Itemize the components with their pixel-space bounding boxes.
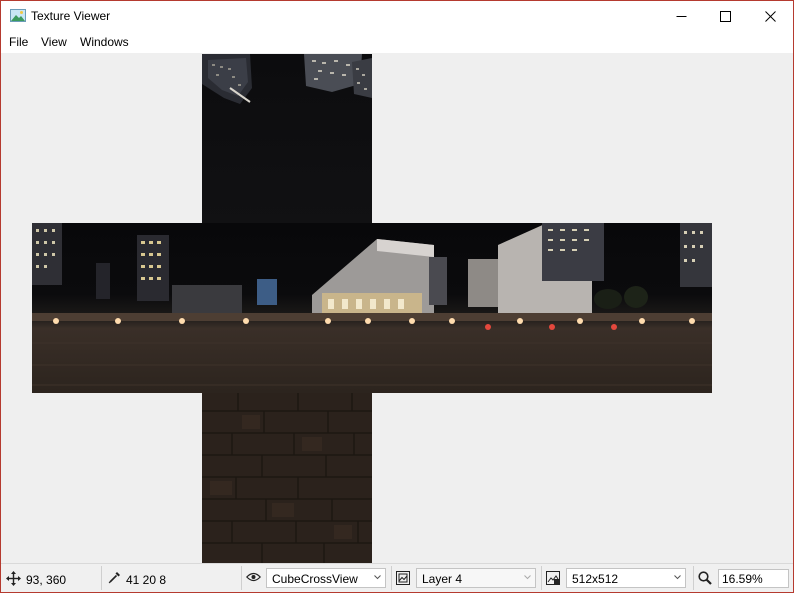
chevron-down-icon [524, 575, 531, 580]
status-separator [241, 566, 242, 590]
layer-value: Layer 4 [422, 572, 463, 586]
cube-face-top [202, 54, 372, 224]
cube-face-middle-strip [32, 223, 712, 393]
chevron-down-icon [374, 575, 381, 580]
cube-face-bottom-image [202, 393, 372, 563]
cube-face-middle-image [32, 223, 712, 386]
view-mode-value: CubeCrossView [272, 572, 358, 586]
status-bar: 93, 360 41 20 8 CubeCrossView Layer 4 51… [1, 563, 793, 592]
layer-icon [396, 571, 410, 585]
menu-file[interactable]: File [9, 35, 28, 49]
status-separator [101, 566, 102, 590]
menu-view[interactable]: View [41, 35, 67, 49]
close-button[interactable] [747, 1, 793, 31]
maximize-icon [719, 10, 731, 22]
minimize-icon [676, 15, 686, 17]
status-separator [541, 566, 542, 590]
chevron-down-icon [674, 575, 681, 580]
close-icon [764, 10, 776, 22]
layer-dropdown[interactable]: Layer 4 [416, 568, 536, 588]
texture-viewer-window: Texture Viewer File View Windows 93, 360… [0, 0, 794, 593]
window-title: Texture Viewer [31, 9, 111, 23]
cursor-position: 93, 360 [26, 573, 67, 587]
mip-icon [546, 571, 560, 585]
menu-bar: File View Windows [1, 31, 793, 53]
status-separator [391, 566, 392, 590]
app-icon [10, 9, 26, 22]
mip-size-value: 512x512 [572, 572, 619, 586]
zoom-icon [698, 571, 712, 585]
title-bar[interactable]: Texture Viewer [1, 1, 793, 31]
texture-canvas[interactable] [1, 53, 793, 563]
cube-face-bottom [202, 393, 372, 563]
view-mode-dropdown[interactable]: CubeCrossView [266, 568, 386, 588]
eyedropper-icon [108, 572, 120, 584]
menu-windows[interactable]: Windows [80, 35, 129, 49]
picked-pixel-value: 41 20 8 [126, 573, 167, 587]
zoom-field[interactable] [718, 569, 789, 588]
mip-size-dropdown[interactable]: 512x512 [566, 568, 686, 588]
eye-icon [246, 572, 261, 582]
status-separator [693, 566, 694, 590]
maximize-button[interactable] [702, 1, 748, 31]
move-icon [6, 571, 21, 586]
zoom-input[interactable] [719, 570, 786, 587]
cube-face-top-image [202, 54, 372, 104]
minimize-button[interactable] [658, 1, 704, 31]
